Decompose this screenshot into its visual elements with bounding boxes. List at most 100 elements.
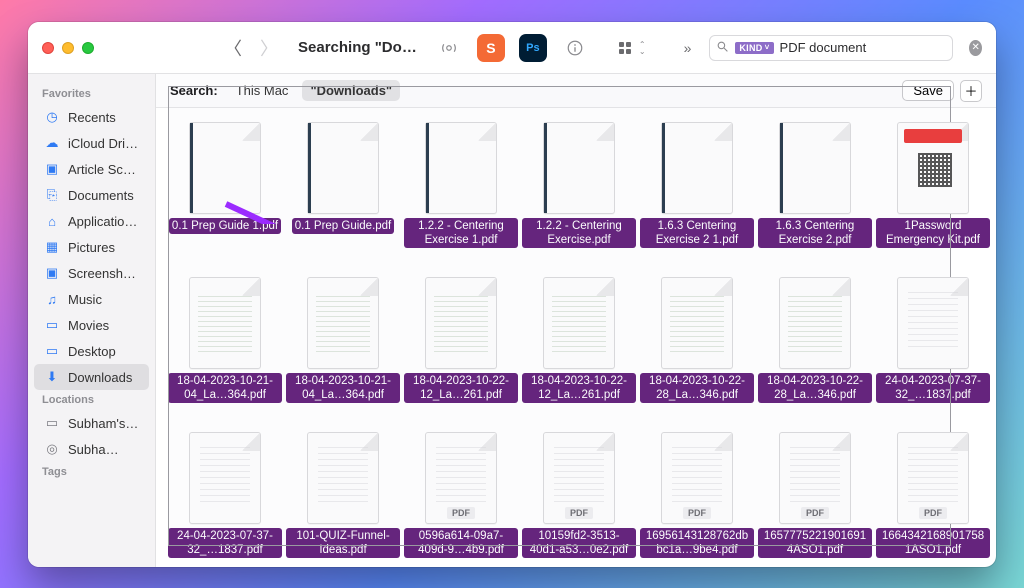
sidebar: Favorites◷Recents☁︎iCloud Dri…▣Article S…: [28, 74, 156, 567]
file-thumbnail: [307, 277, 379, 369]
file-thumbnail: [661, 277, 733, 369]
sidebar-item-pictures[interactable]: ▦Pictures: [34, 234, 149, 260]
content-area: Search: This Mac"Downloads" Save ＋ 0.1 P…: [156, 74, 996, 567]
sidebar-item-screensh-[interactable]: ▣Screensh…: [34, 260, 149, 286]
view-mode-control[interactable]: ⌃⌄: [619, 41, 646, 55]
file-name-label: 24-04-2023-07-37-32_…1837.pdf: [168, 528, 282, 558]
file-item[interactable]: 101-QUIZ-Funnel-Ideas.pdf: [286, 432, 400, 567]
sidebar-section-label: Tags: [28, 462, 155, 482]
file-item[interactable]: 0.1 Prep Guide 1.pdf: [168, 122, 282, 277]
minimize-button[interactable]: [62, 42, 74, 54]
sidebar-item-label: Documents: [68, 188, 134, 203]
info-icon[interactable]: [561, 34, 589, 62]
file-thumbnail: PDF: [661, 432, 733, 524]
file-name-label: 0.1 Prep Guide 1.pdf: [169, 218, 281, 234]
clock-icon: ◷: [44, 109, 60, 125]
file-name-label: 101-QUIZ-Funnel-Ideas.pdf: [286, 528, 400, 558]
sidebar-item-documents[interactable]: ⎘Documents: [34, 182, 149, 208]
sidebar-item-music[interactable]: ♫ Music: [34, 286, 149, 312]
file-thumbnail: [189, 122, 261, 214]
sidebar-item-label: Subham's…: [68, 416, 138, 431]
file-item[interactable]: 1.6.3 Centering Exercise 2 1.pdf: [640, 122, 754, 277]
file-item[interactable]: PDF0596a614-09a7-409d-9…4b9.pdf: [404, 432, 518, 567]
zoom-button[interactable]: [82, 42, 94, 54]
file-item[interactable]: 0.1 Prep Guide.pdf: [286, 122, 400, 277]
file-item[interactable]: 18-04-2023-10-22-28_La…346.pdf: [758, 277, 872, 432]
file-thumbnail: PDF: [779, 432, 851, 524]
file-name-label: 16956143128762dbbc1a…9be4.pdf: [640, 528, 754, 558]
file-item[interactable]: PDF10159fd2-3513-40d1-a53…0e2.pdf: [522, 432, 636, 567]
sidebar-item-downloads[interactable]: ⬇︎Downloads: [34, 364, 149, 390]
sidebar-section-label: Favorites: [28, 84, 155, 104]
file-thumbnail: [897, 122, 969, 214]
file-thumbnail: [307, 432, 379, 524]
search-scope-1[interactable]: "Downloads": [302, 80, 400, 101]
file-name-label: 1.2.2 - Centering Exercise.pdf: [522, 218, 636, 248]
nav-back-forward: 〈 〉: [220, 33, 282, 63]
toolbar-overflow-button[interactable]: »: [684, 40, 692, 56]
sidebar-item-label: Movies: [68, 318, 109, 333]
sidebar-item-label: Recents: [68, 110, 116, 125]
sidebar-item-recents[interactable]: ◷ Recents: [34, 104, 149, 130]
file-thumbnail: [779, 122, 851, 214]
file-thumbnail: [189, 277, 261, 369]
file-item[interactable]: 18-04-2023-10-21-04_La…364.pdf: [286, 277, 400, 432]
file-item[interactable]: 18-04-2023-10-22-28_La…346.pdf: [640, 277, 754, 432]
sidebar-item-desktop[interactable]: ▭Desktop: [34, 338, 149, 364]
finder-window: 〈 〉 Searching "Downlo… S Ps ⌃⌄ » KIND: [28, 22, 996, 567]
file-name-label: 18-04-2023-10-22-12_La…261.pdf: [522, 373, 636, 403]
file-thumbnail: PDF: [425, 432, 497, 524]
file-item[interactable]: 1.6.3 Centering Exercise 2.pdf: [758, 122, 872, 277]
airdrop-icon[interactable]: [435, 34, 463, 62]
sidebar-item-subham-s-[interactable]: ▭Subham's…: [34, 410, 149, 436]
file-item[interactable]: 24-04-2023-07-37-32_…1837.pdf: [876, 277, 990, 432]
window-controls: [42, 42, 94, 54]
file-item[interactable]: 18-04-2023-10-22-12_La…261.pdf: [404, 277, 518, 432]
file-item[interactable]: PDF 16956143128762dbbc1a…9be4.pdf: [640, 432, 754, 567]
add-rule-button[interactable]: ＋: [960, 80, 982, 102]
file-name-label: 16643421689017581ASO1.pdf: [876, 528, 990, 558]
window-title: Searching "Downlo…: [298, 39, 419, 56]
file-name-label: 16577752219016914ASO1.pdf: [758, 528, 872, 558]
search-field[interactable]: KIND: [709, 35, 953, 61]
cloud-icon: ☁︎: [44, 135, 60, 151]
file-item[interactable]: 24-04-2023-07-37-32_…1837.pdf: [168, 432, 282, 567]
file-item[interactable]: PDF 16577752219016914ASO1.pdf: [758, 432, 872, 567]
search-kind-token[interactable]: KIND: [735, 42, 773, 54]
file-item[interactable]: PDF16643421689017581ASO1.pdf: [876, 432, 990, 567]
music-note-icon: ♫: [44, 291, 60, 307]
save-search-button[interactable]: Save: [902, 80, 954, 101]
forward-button[interactable]: 〉: [256, 33, 282, 63]
sidebar-item-label: Music: [68, 292, 102, 307]
folder-icon: ▣: [44, 265, 60, 281]
sidebar-item-applicatio-[interactable]: ⌂Applicatio…: [34, 208, 149, 234]
file-item[interactable]: 1Password Emergency Kit.pdf: [876, 122, 990, 277]
file-item[interactable]: 1.2.2 - Centering Exercise.pdf: [522, 122, 636, 277]
sidebar-item-label: Article Sc…: [68, 162, 136, 177]
desktop-icon: ▭: [44, 343, 60, 359]
app-icon-s[interactable]: S: [477, 34, 505, 62]
sidebar-item-label: Downloads: [68, 370, 132, 385]
file-item[interactable]: 1.2.2 - Centering Exercise 1.pdf: [404, 122, 518, 277]
file-thumbnail: [189, 432, 261, 524]
file-name-label: 1.6.3 Centering Exercise 2.pdf: [758, 218, 872, 248]
close-button[interactable]: [42, 42, 54, 54]
sidebar-item-subha-[interactable]: ◎Subha…: [34, 436, 149, 462]
file-thumbnail: [307, 122, 379, 214]
sidebar-item-article-sc-[interactable]: ▣Article Sc…: [34, 156, 149, 182]
file-grid[interactable]: 0.1 Prep Guide 1.pdf0.1 Prep Guide.pdf1.…: [156, 108, 996, 567]
clear-search-button[interactable]: ✕: [969, 40, 982, 56]
sidebar-item-movies[interactable]: ▭ Movies: [34, 312, 149, 338]
back-button[interactable]: 〈: [220, 33, 246, 63]
photoshop-icon[interactable]: Ps: [519, 34, 547, 62]
sidebar-item-label: Subha…: [68, 442, 119, 457]
file-name-label: 18-04-2023-10-22-28_La…346.pdf: [640, 373, 754, 403]
film-icon: ▭: [44, 317, 60, 333]
search-scope-0[interactable]: This Mac: [228, 80, 297, 101]
file-item[interactable]: 18-04-2023-10-21-04_La…364.pdf: [168, 277, 282, 432]
file-item[interactable]: 18-04-2023-10-22-12_La…261.pdf: [522, 277, 636, 432]
file-thumbnail: [661, 122, 733, 214]
file-thumbnail: [543, 277, 615, 369]
sidebar-item-icloud-dri-[interactable]: ☁︎iCloud Dri…: [34, 130, 149, 156]
search-input[interactable]: [780, 40, 956, 55]
